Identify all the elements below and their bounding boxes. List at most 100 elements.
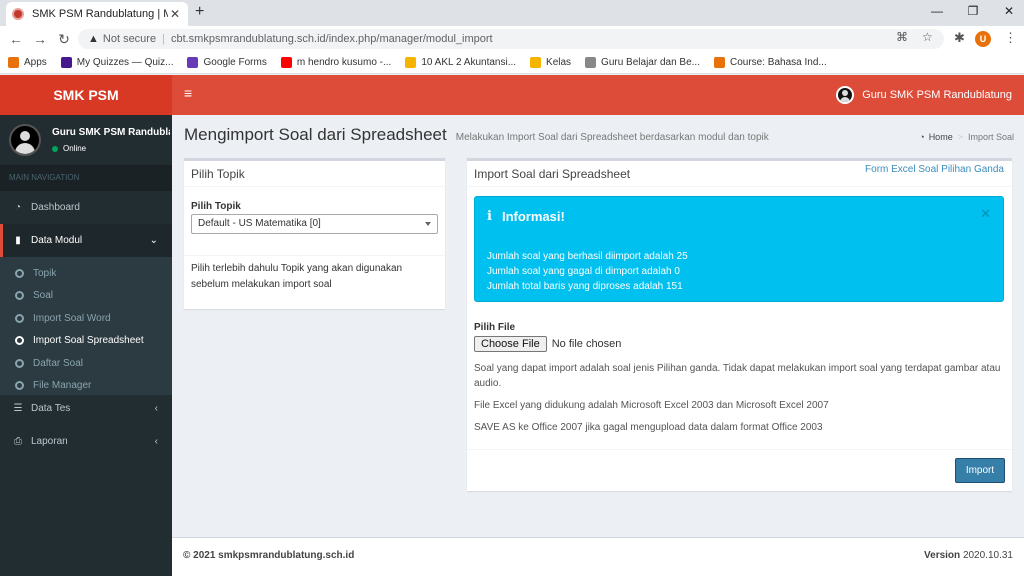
address-bar[interactable]: ▲ Not secure | cbt.smkpsmrandublatung.sc… bbox=[78, 29, 944, 49]
profile-avatar[interactable]: U bbox=[975, 31, 991, 47]
app-logo[interactable]: SMK PSM bbox=[0, 75, 172, 115]
browser-tab-strip: SMK PSM Randublatung | Mengi ✕ + — ❐ ✕ bbox=[0, 0, 1024, 26]
topic-select[interactable]: Default - US Matematika [0] bbox=[191, 214, 438, 234]
app-header: SMK PSM ≡ Guru SMK PSM Randublatung bbox=[0, 75, 1024, 115]
print-icon: ⎙ bbox=[14, 436, 22, 447]
import-box: Import Soal dari Spreadsheet Form Excel … bbox=[467, 158, 1012, 491]
classroom-icon bbox=[405, 57, 417, 68]
book-icon: ▮ bbox=[15, 235, 21, 246]
url-text: cbt.smkpsmrandublatung.sch.id/index.php/… bbox=[170, 33, 493, 45]
file-label: Pilih File bbox=[474, 322, 516, 333]
bookmark-google-forms[interactable]: Google Forms bbox=[187, 57, 267, 68]
sidebar-item-data-modul[interactable]: ▮ Data Modul ⌄ bbox=[0, 224, 172, 257]
address-separator: | bbox=[162, 33, 165, 45]
address-bar-row: ← → ↻ ▲ Not secure | cbt.smkpsmrandublat… bbox=[0, 26, 1024, 52]
topic-box-title: Pilih Topik bbox=[184, 161, 445, 187]
bookmark-classroom-akl[interactable]: 10 AKL 2 Akuntansi... bbox=[405, 57, 516, 68]
note-question-type: Soal yang dapat import adalah soal jenis… bbox=[474, 363, 1001, 389]
warning-triangle-icon: ▲ bbox=[88, 33, 99, 45]
sidebar-item-data-tes[interactable]: ☰ Data Tes ‹ bbox=[0, 392, 172, 425]
reload-icon[interactable]: ↻ bbox=[52, 31, 76, 48]
not-secure-label: Not secure bbox=[102, 33, 157, 45]
extensions-puzzle-icon[interactable]: ✱ bbox=[954, 30, 965, 46]
forms-icon bbox=[187, 57, 199, 68]
avatar bbox=[9, 124, 41, 156]
breadcrumb-current: Import Soal bbox=[967, 132, 1014, 142]
user-avatar-icon bbox=[836, 86, 855, 104]
data-modul-submenu: Topik Soal Import Soal Word Import Soal … bbox=[0, 257, 172, 395]
sidebar-subitem-topik[interactable]: Topik bbox=[0, 262, 172, 284]
bookmark-star-icon[interactable]: ☆ bbox=[922, 30, 933, 44]
import-button[interactable]: Import bbox=[955, 458, 1005, 483]
circle-icon bbox=[15, 290, 24, 300]
close-icon[interactable]: ✕ bbox=[980, 206, 991, 222]
window-close-icon[interactable]: ✕ bbox=[990, 0, 1024, 22]
browser-menu-icon[interactable]: ⋮ bbox=[1004, 30, 1017, 46]
chevron-down-icon: ⌄ bbox=[149, 235, 158, 246]
hamburger-menu-icon[interactable]: ≡ bbox=[184, 85, 192, 101]
bookmark-kelas[interactable]: Kelas bbox=[530, 57, 571, 68]
header-user-menu[interactable]: Guru SMK PSM Randublatung bbox=[836, 86, 1012, 104]
breadcrumb-home[interactable]: Home bbox=[929, 132, 953, 142]
tab-close-icon[interactable]: ✕ bbox=[168, 7, 182, 21]
sidebar-subitem-daftar-soal[interactable]: Daftar Soal bbox=[0, 352, 172, 374]
sidebar-item-dashboard[interactable]: ◔ Dashboard bbox=[0, 191, 172, 224]
sidebar-subitem-import-soal-spreadsheet[interactable]: Import Soal Spreadsheet bbox=[0, 329, 172, 351]
sidebar-subitem-import-soal-word[interactable]: Import Soal Word bbox=[0, 307, 172, 329]
circle-icon bbox=[15, 313, 24, 323]
divider bbox=[184, 255, 445, 256]
online-status: Online bbox=[52, 144, 170, 153]
forward-arrow-icon[interactable]: → bbox=[28, 31, 52, 47]
bookmark-guru-belajar[interactable]: Guru Belajar dan Be... bbox=[585, 57, 700, 68]
translate-icon[interactable]: ⌘ bbox=[896, 30, 908, 44]
footer-copyright: © 2021 smkpsmrandublatung.sch.id bbox=[183, 550, 355, 561]
page-footer: © 2021 smkpsmrandublatung.sch.id Version… bbox=[172, 537, 1024, 576]
dashboard-gauge-icon: ◔ bbox=[14, 202, 22, 213]
new-tab-icon[interactable]: + bbox=[195, 3, 204, 21]
info-icon: i bbox=[487, 209, 492, 224]
bookmarks-bar: Apps My Quizzes — Quiz... Google Forms m… bbox=[0, 52, 1024, 74]
header-user-name: Guru SMK PSM Randublatung bbox=[862, 89, 1012, 101]
sidebar-subitem-soal[interactable]: Soal bbox=[0, 284, 172, 306]
dashboard-gauge-icon: ◔ bbox=[919, 132, 925, 142]
choose-file-button[interactable]: Choose File bbox=[474, 336, 547, 352]
alert-title: i Informasi! bbox=[487, 209, 565, 224]
breadcrumb-separator: > bbox=[957, 132, 963, 142]
alert-line-success: Jumlah soal yang berhasil diimport adala… bbox=[487, 251, 688, 262]
apps-grid-icon bbox=[8, 57, 19, 68]
sidebar-item-laporan[interactable]: ⎙ Laporan ‹ bbox=[0, 425, 172, 458]
bookmark-course[interactable]: Course: Bahasa Ind... bbox=[714, 57, 827, 68]
alert-line-failed: Jumlah soal yang gagal di dimport adalah… bbox=[487, 266, 680, 277]
sidebar: Guru SMK PSM Randublatung Online MAIN NA… bbox=[0, 115, 172, 576]
bookmark-quizizz[interactable]: My Quizzes — Quiz... bbox=[60, 57, 173, 68]
bookmark-youtube[interactable]: m hendro kusumo -... bbox=[280, 57, 391, 68]
page-subtitle: Melakukan Import Soal dari Spreadsheet b… bbox=[455, 132, 769, 143]
topic-hint: Pilih terlebih dahulu Topik yang akan di… bbox=[191, 263, 403, 290]
info-alert: i Informasi! ✕ Jumlah soal yang berhasil… bbox=[474, 196, 1004, 302]
circle-icon bbox=[15, 358, 24, 368]
classroom-icon bbox=[530, 57, 542, 68]
minimize-icon[interactable]: — bbox=[918, 0, 956, 22]
maximize-icon[interactable]: ❐ bbox=[954, 0, 992, 22]
caret-down-icon bbox=[425, 222, 431, 226]
circle-icon bbox=[15, 380, 24, 390]
file-input[interactable]: Choose File No file chosen bbox=[474, 336, 621, 352]
footer-version: Version 2020.10.31 bbox=[924, 550, 1013, 561]
sidebar-section-header: MAIN NAVIGATION bbox=[0, 165, 172, 191]
youtube-icon bbox=[280, 57, 292, 68]
note-save-as: SAVE AS ke Office 2007 jika gagal mengup… bbox=[474, 422, 823, 433]
sidebar-user-name: Guru SMK PSM Randublatung bbox=[52, 127, 170, 138]
online-dot-icon bbox=[52, 145, 58, 152]
bookmark-apps[interactable]: Apps bbox=[8, 57, 47, 68]
sidebar-user-panel: Guru SMK PSM Randublatung Online bbox=[0, 115, 172, 165]
divider bbox=[467, 449, 1012, 450]
browser-tab[interactable]: SMK PSM Randublatung | Mengi ✕ bbox=[6, 2, 188, 26]
topic-box: Pilih Topik Pilih Topik Default - US Mat… bbox=[184, 158, 445, 309]
excel-form-link[interactable]: Form Excel Soal Pilihan Ganda bbox=[865, 164, 1004, 175]
guru-icon bbox=[585, 57, 597, 68]
chevron-left-icon: ‹ bbox=[154, 436, 158, 447]
circle-icon bbox=[15, 335, 24, 345]
back-arrow-icon[interactable]: ← bbox=[4, 31, 28, 47]
tab-title: SMK PSM Randublatung | Mengi bbox=[32, 8, 168, 20]
quizizz-icon bbox=[60, 57, 72, 68]
